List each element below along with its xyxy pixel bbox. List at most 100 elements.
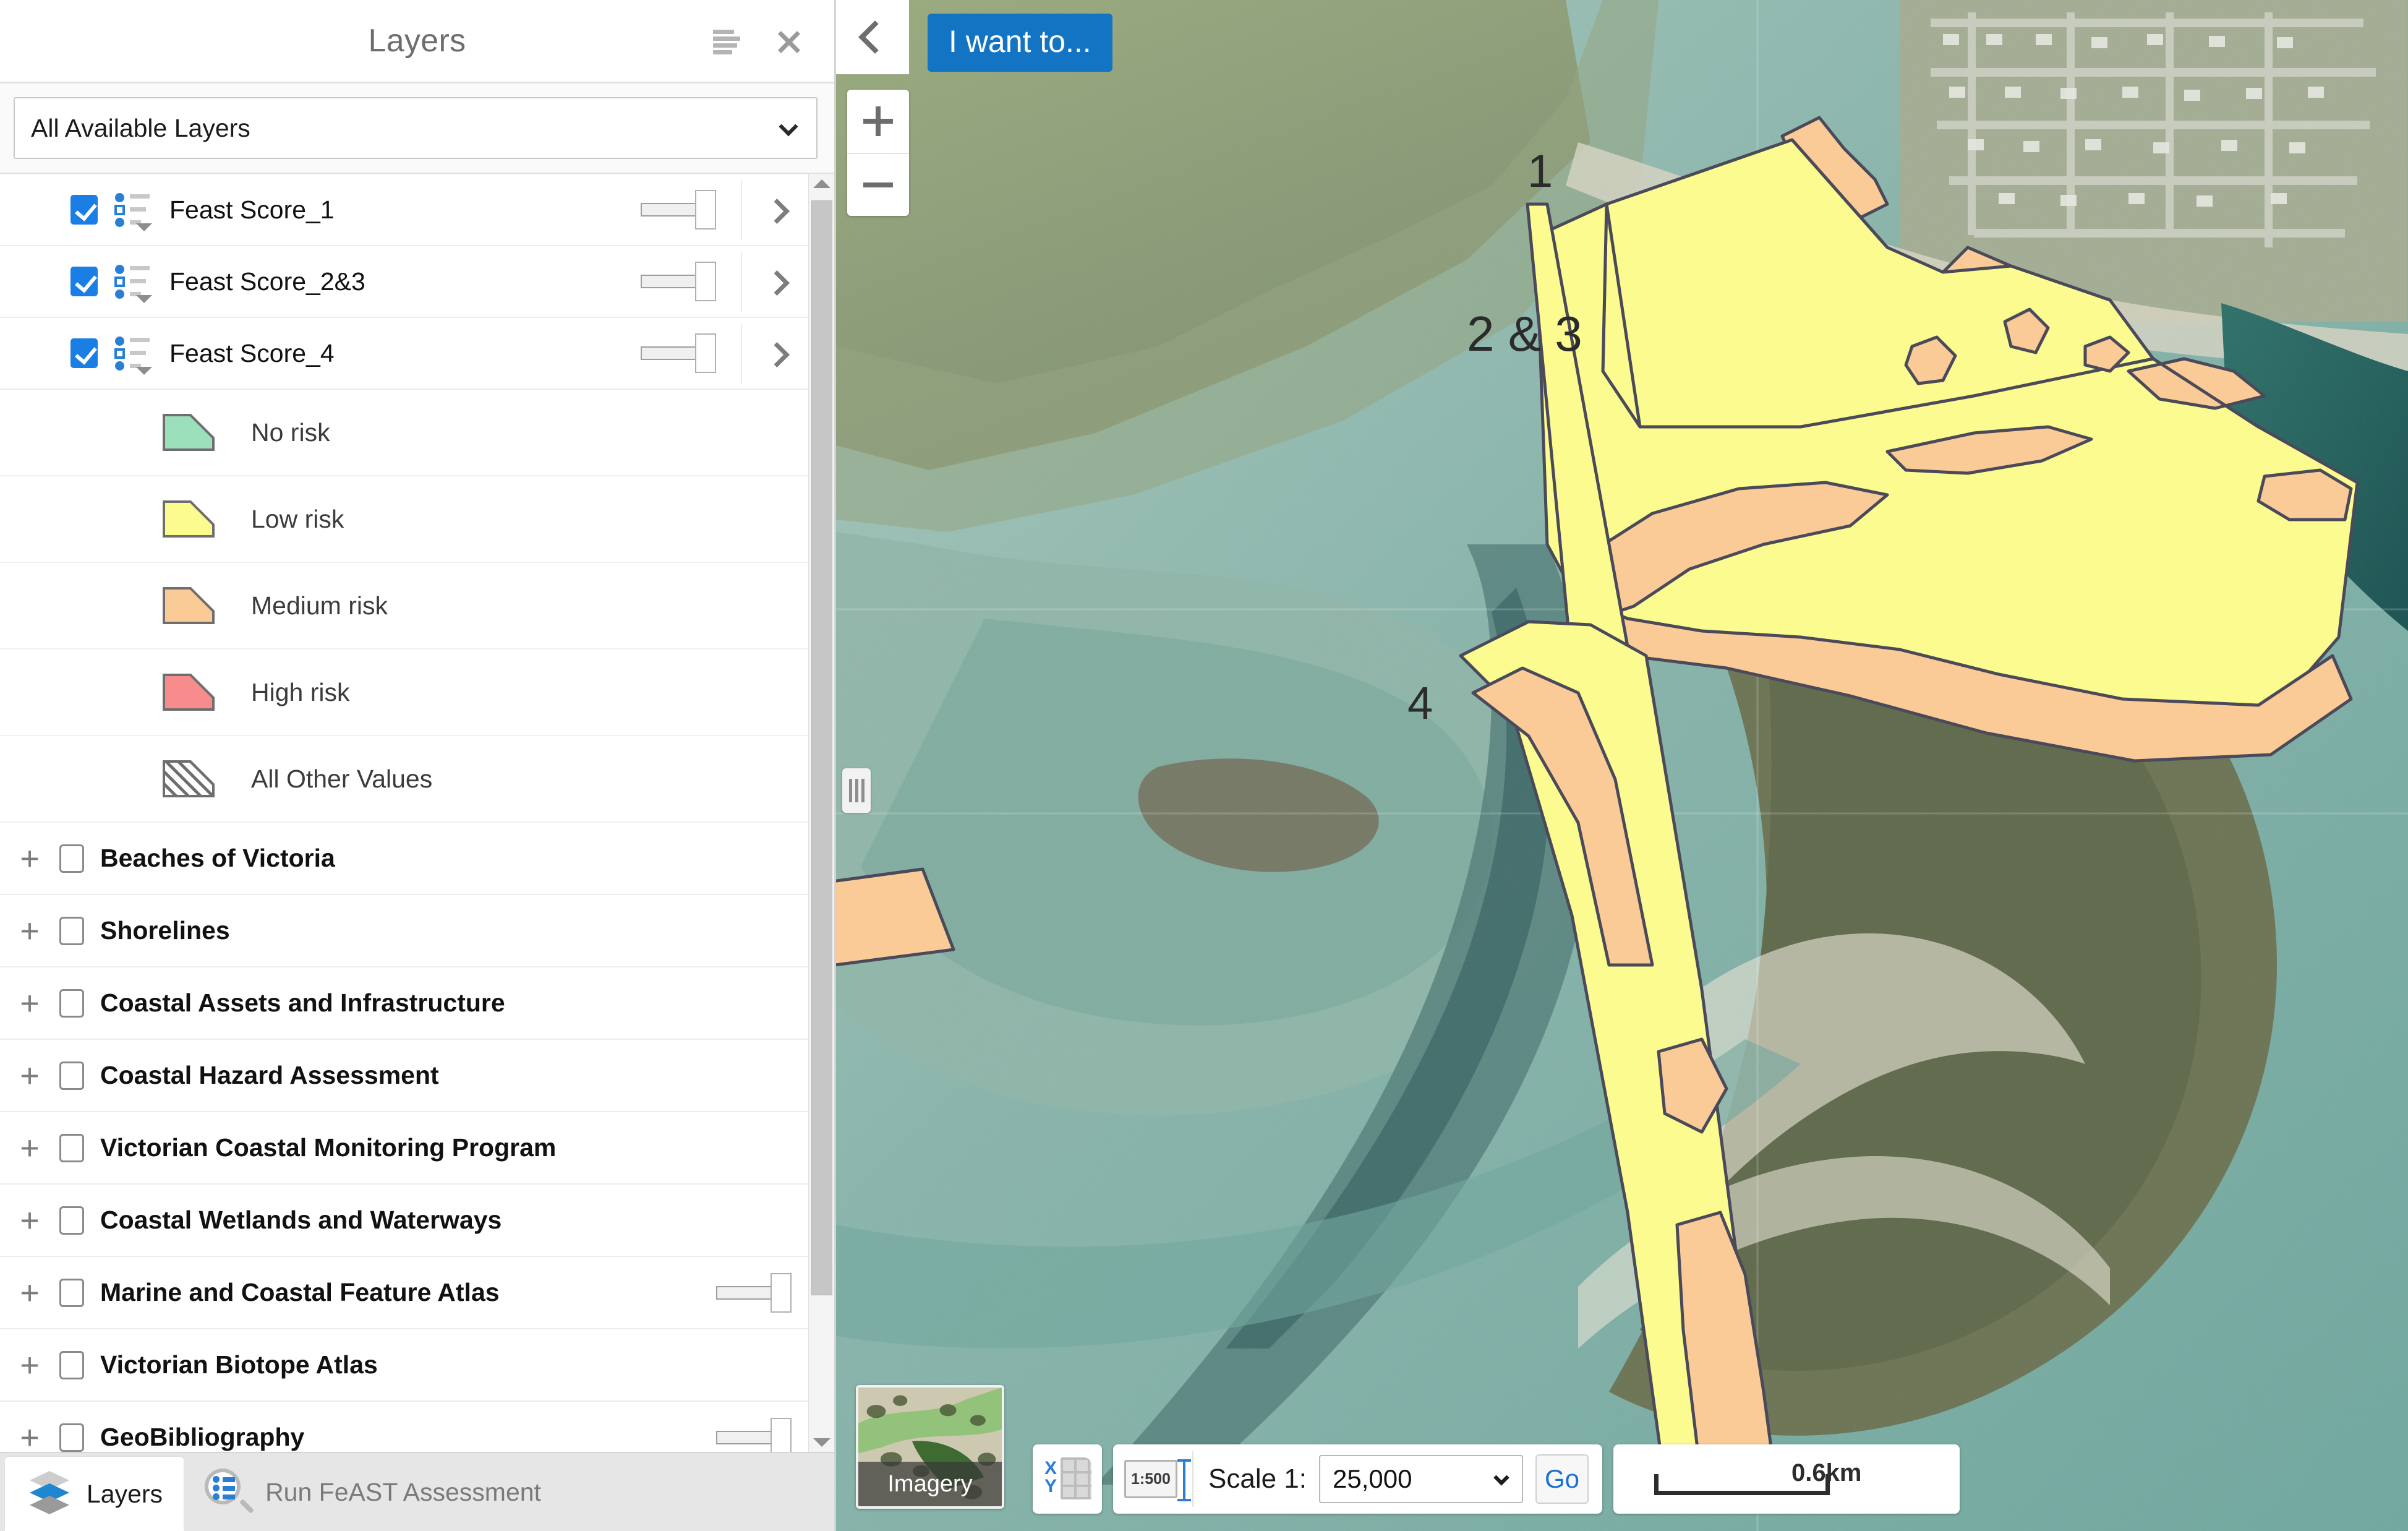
map-view[interactable]: 12 & 34 I want to... Imagery X Y 1:500 S… <box>836 0 2408 1531</box>
legend-item: All Other Values <box>0 736 810 823</box>
i-want-to-button[interactable]: I want to... <box>928 14 1112 72</box>
layer-filter-select[interactable]: All Available Layers <box>14 97 818 159</box>
legend-label: Medium risk <box>251 591 388 620</box>
layer-group-label: Victorian Biotope Atlas <box>100 1350 378 1379</box>
symbology-icon <box>114 333 155 375</box>
scroll-up-arrow-icon[interactable] <box>813 179 830 188</box>
layer-visibility-checkbox[interactable] <box>70 195 98 225</box>
feast-risk-polygons[interactable] <box>836 0 2408 1531</box>
layer-visibility-checkbox[interactable] <box>70 267 98 296</box>
layer-list-scrollbar[interactable] <box>808 174 834 1452</box>
group-visibility-checkbox[interactable] <box>59 844 84 873</box>
layer-group-row[interactable]: + Shorelines <box>0 895 810 967</box>
opacity-slider[interactable] <box>641 190 716 229</box>
layer-group-row[interactable]: + Marine and Coastal Feature Atlas <box>0 1257 810 1329</box>
row-divider <box>741 179 742 240</box>
slider-track <box>716 1285 778 1300</box>
opacity-slider[interactable] <box>641 262 716 301</box>
scale-select[interactable]: 25,000 <box>1318 1455 1523 1503</box>
zoom-in-button[interactable] <box>847 90 909 153</box>
slider-thumb[interactable] <box>695 333 716 373</box>
close-icon[interactable] <box>776 29 802 55</box>
layer-group-label: Coastal Assets and Infrastructure <box>100 989 505 1017</box>
layer-group-row[interactable]: + Victorian Coastal Monitoring Program <box>0 1112 810 1185</box>
layer-group-row[interactable]: + Coastal Wetlands and Waterways <box>0 1185 810 1257</box>
scale-icon-text: 1:500 <box>1131 1470 1171 1488</box>
scale-value: 25,000 <box>1332 1464 1412 1493</box>
layer-group-label: Marine and Coastal Feature Atlas <box>100 1278 500 1306</box>
slider-thumb[interactable] <box>771 1417 792 1452</box>
group-visibility-checkbox[interactable] <box>59 1133 84 1162</box>
layer-group-row[interactable]: + GeoBibliography <box>0 1402 810 1452</box>
slider-thumb[interactable] <box>695 190 716 229</box>
page-title: Layers <box>368 23 466 59</box>
legend-swatch-icon <box>163 414 215 451</box>
slider-track <box>641 346 702 360</box>
layer-group-row[interactable]: + Coastal Hazard Assessment <box>0 1040 810 1112</box>
opacity-slider[interactable] <box>716 1272 792 1313</box>
scrollbar-thumb[interactable] <box>811 200 832 1295</box>
layer-group-label: Victorian Coastal Monitoring Program <box>100 1133 557 1162</box>
expand-group-icon[interactable]: + <box>0 1204 59 1237</box>
row-divider <box>741 251 742 312</box>
opacity-slider[interactable] <box>716 1417 792 1452</box>
layer-group-label: Coastal Hazard Assessment <box>100 1061 439 1089</box>
layer-group-label: Shorelines <box>100 916 230 945</box>
scroll-down-arrow-icon[interactable] <box>813 1438 830 1447</box>
layer-row-feast-1[interactable]: Feast Score_1 <box>0 174 810 246</box>
layer-expand-chevron-icon[interactable] <box>767 272 785 291</box>
basemap-selector[interactable]: Imagery <box>856 1385 1004 1509</box>
layer-list-scroll-area[interactable]: Feast Score_1 Feast Score_2&3 Feast Scor… <box>0 174 834 1452</box>
panel-resize-handle[interactable] <box>842 768 871 813</box>
layer-group-row[interactable]: + Beaches of Victoria <box>0 823 810 895</box>
legend-label: High risk <box>251 677 350 706</box>
chevron-down-icon <box>779 117 798 137</box>
slider-thumb[interactable] <box>771 1272 792 1313</box>
group-visibility-checkbox[interactable] <box>59 989 84 1018</box>
go-button[interactable]: Go <box>1535 1454 1589 1504</box>
layer-visibility-checkbox[interactable] <box>70 338 98 368</box>
layer-group-label: GeoBibliography <box>100 1423 305 1451</box>
layer-group-row[interactable]: + Coastal Assets and Infrastructure <box>0 967 810 1040</box>
expand-group-icon[interactable]: + <box>0 987 59 1020</box>
group-visibility-checkbox[interactable] <box>59 1423 84 1452</box>
xy-coordinates-button[interactable]: XY <box>1033 1444 1102 1514</box>
scale-bar-ruler <box>1654 1474 1830 1495</box>
expand-group-icon[interactable]: + <box>0 1421 59 1452</box>
group-visibility-checkbox[interactable] <box>59 1061 84 1090</box>
group-visibility-checkbox[interactable] <box>59 916 84 945</box>
opacity-slider[interactable] <box>641 333 716 373</box>
expand-group-icon[interactable]: + <box>0 914 59 948</box>
legend-swatch-icon <box>163 500 215 538</box>
tab-run-feast-assessment[interactable]: Run FeAST Assessment <box>184 1453 562 1531</box>
group-visibility-checkbox[interactable] <box>59 1350 84 1379</box>
slider-thumb[interactable] <box>695 262 716 301</box>
tab-layers[interactable]: Layers <box>5 1457 184 1531</box>
layer-group-row[interactable]: + Victorian Biotope Atlas <box>0 1329 810 1402</box>
hamburger-icon[interactable] <box>713 29 740 54</box>
layer-row-feast-2[interactable]: Feast Score_2&3 <box>0 246 810 318</box>
map-bottom-toolbar: XY 1:500 Scale 1: 25,000 Go 0.6km <box>1033 1444 1960 1514</box>
group-visibility-checkbox[interactable] <box>59 1206 84 1235</box>
expand-group-icon[interactable]: + <box>0 1349 59 1382</box>
expand-group-icon[interactable]: + <box>0 1131 59 1165</box>
group-visibility-checkbox[interactable] <box>59 1278 84 1307</box>
panel-header-actions <box>713 0 802 84</box>
layers-icon <box>26 1471 73 1517</box>
expand-group-icon[interactable]: + <box>0 842 59 875</box>
layer-filter-container: All Available Layers <box>0 84 834 174</box>
layer-group-label: Coastal Wetlands and Waterways <box>100 1206 502 1234</box>
zoom-out-button[interactable] <box>847 153 909 216</box>
layer-expand-chevron-icon[interactable] <box>767 200 785 219</box>
scale-bar: 0.6km <box>1613 1444 1960 1514</box>
collapse-panel-button[interactable] <box>836 0 909 74</box>
layer-row-feast-3[interactable]: Feast Score_4 <box>0 318 810 390</box>
layer-expand-chevron-icon[interactable] <box>767 344 785 362</box>
basemap-label: Imagery <box>858 1462 1002 1506</box>
expand-group-icon[interactable]: + <box>0 1059 59 1092</box>
application-root: Layers All Available Layers Feast Score_… <box>0 0 2408 1531</box>
legend-label: No risk <box>251 418 330 447</box>
legend-item: No risk <box>0 390 810 476</box>
toolbar-divider <box>1192 1451 1193 1507</box>
expand-group-icon[interactable]: + <box>0 1276 59 1310</box>
